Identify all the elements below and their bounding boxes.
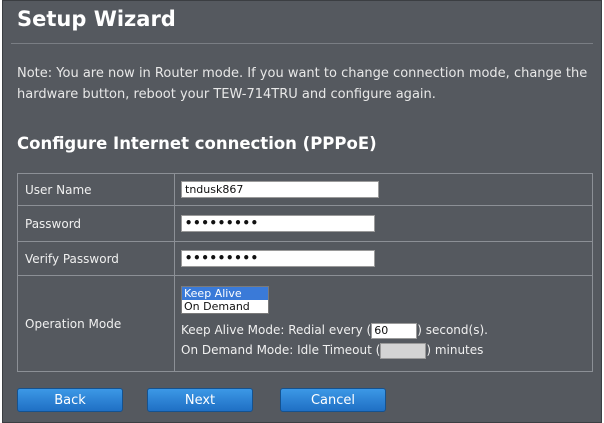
operation-mode-label: Operation Mode (17, 275, 175, 372)
verify-password-row: Verify Password ••••••••• (17, 241, 593, 276)
mode-note: Note: You are now in Router mode. If you… (17, 66, 588, 102)
on-demand-suffix: ) minutes (426, 343, 484, 357)
password-input[interactable]: ••••••••• (181, 215, 375, 232)
redial-seconds-input[interactable]: 60 (371, 322, 418, 339)
verify-password-input[interactable]: ••••••••• (181, 250, 375, 267)
idle-timeout-input[interactable] (380, 342, 427, 359)
operation-mode-listbox[interactable]: Keep Alive On Demand (181, 286, 269, 314)
page-title: Setup Wizard (17, 7, 176, 31)
user-name-input[interactable]: tndusk867 (181, 181, 379, 198)
keep-alive-suffix: ) second(s). (417, 323, 488, 337)
cancel-button[interactable]: Cancel (280, 388, 386, 412)
pppoe-form: User Name tndusk867 Password ••••••••• V… (17, 173, 593, 372)
option-keep-alive[interactable]: Keep Alive (182, 287, 268, 300)
section-title: Configure Internet connection (PPPoE) (17, 134, 377, 153)
on-demand-line: On Demand Mode: Idle Timeout ( ) minutes (181, 340, 591, 360)
user-name-row: User Name tndusk867 (17, 173, 593, 206)
keep-alive-line: Keep Alive Mode: Redial every (60) secon… (181, 320, 591, 340)
option-on-demand[interactable]: On Demand (182, 300, 268, 313)
title-divider (11, 43, 593, 44)
next-button[interactable]: Next (147, 388, 253, 412)
back-button[interactable]: Back (17, 388, 123, 412)
keep-alive-prefix: Keep Alive Mode: Redial every ( (181, 323, 372, 337)
setup-wizard-panel: Setup Wizard Note: You are now in Router… (2, 0, 602, 423)
password-row: Password ••••••••• (17, 205, 593, 242)
on-demand-prefix: On Demand Mode: Idle Timeout ( (181, 343, 381, 357)
operation-mode-row: Operation Mode Keep Alive On Demand Keep… (17, 275, 593, 372)
password-label: Password (17, 205, 175, 242)
user-name-label: User Name (17, 173, 175, 206)
verify-password-label: Verify Password (17, 241, 175, 276)
